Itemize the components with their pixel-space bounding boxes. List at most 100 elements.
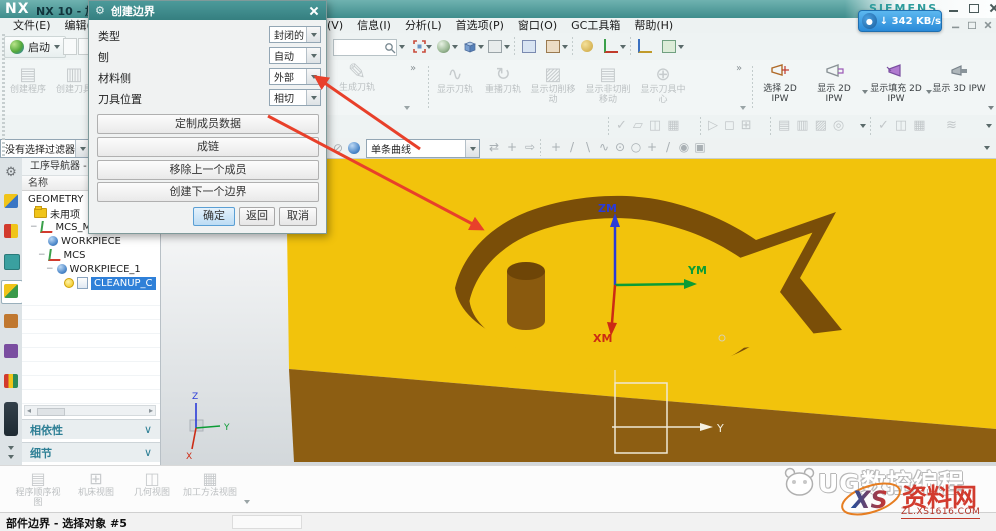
role-key-icon[interactable] (578, 37, 596, 55)
dialog-title-bar[interactable]: ⚙ 创建边界 (89, 1, 326, 20)
move-object-icon[interactable] (544, 37, 562, 55)
scroll-right-icon[interactable]: ▸ (149, 406, 155, 415)
ok-button[interactable]: 确定 (193, 207, 235, 226)
toolbar-icon[interactable]: ▷ (708, 118, 718, 133)
selection-filter-dropdown[interactable]: 没有选择过滤器 (0, 139, 90, 158)
render-style-icon[interactable] (434, 37, 452, 55)
toolbar-icon[interactable]: ✓ (616, 118, 627, 133)
restore-icon[interactable] (968, 3, 980, 13)
show-noncut-moves-button[interactable]: ▤ 显示非切削移动 (582, 65, 634, 105)
toolbar-icon[interactable]: ◎ (833, 118, 844, 133)
navigator-gear-icon[interactable]: ⚙ (4, 166, 18, 180)
solid-body-filter-icon[interactable] (348, 142, 360, 154)
selection-tool-icon[interactable]: + (504, 140, 520, 154)
plane-dropdown[interactable]: 自动 (269, 47, 321, 64)
scrollbar-thumb[interactable] (37, 408, 65, 416)
measure-chevron-icon[interactable] (678, 45, 684, 49)
group2-chevron-icon[interactable] (740, 106, 746, 110)
snap-point-icon[interactable]: ◉ (676, 140, 692, 154)
curve-rule-dropdown[interactable]: 单条曲线 (366, 139, 480, 158)
remove-last-member-button[interactable]: 移除上一个成员 (97, 160, 319, 180)
datum-axes-chevron-icon[interactable] (620, 45, 626, 49)
history-palette-icon[interactable] (4, 402, 18, 436)
snap-point-icon[interactable]: ∿ (596, 140, 612, 154)
show-toolpath-button[interactable]: ∿ 显示刀轨 (432, 65, 478, 95)
reuse-library-icon[interactable] (4, 374, 18, 388)
tree-row-cleanup[interactable]: CLEANUP_C (64, 276, 156, 290)
no-snap-icon[interactable]: ⊘ (330, 141, 346, 155)
cylinder-boss[interactable] (507, 262, 545, 330)
toolbar-icon[interactable]: ▤ (778, 118, 790, 133)
orient-view-cube-icon[interactable] (460, 37, 478, 55)
scroll-left-icon[interactable]: ◂ (25, 406, 31, 415)
create-next-boundary-button[interactable]: 创建下一个边界 (97, 182, 319, 202)
snap-point-icon[interactable]: ⊙ (612, 140, 628, 154)
minimize-icon[interactable] (948, 3, 960, 13)
group-chevron-icon[interactable] (404, 106, 410, 110)
menu-item[interactable]: 帮助(H) (627, 18, 680, 33)
tool-position-dropdown[interactable]: 相切 (269, 89, 321, 106)
new-file-icon[interactable] (63, 38, 77, 55)
menu-item[interactable]: 窗口(O) (511, 18, 564, 33)
tree-row-mcs[interactable]: − MCS (38, 248, 86, 262)
datum-axes-icon[interactable] (602, 37, 620, 55)
constraint-navigator-icon[interactable] (4, 224, 18, 238)
toolbar-icon[interactable]: ▨ (815, 118, 827, 133)
program-order-view-button[interactable]: ▤ 程序顺序视图 (12, 470, 64, 508)
menu-item[interactable]: 首选项(P) (449, 18, 511, 33)
process-assistant-icon[interactable] (4, 344, 18, 358)
show-cut-moves-button[interactable]: ▨ 显示切削移动 (528, 65, 578, 105)
assembly-navigator-icon[interactable] (4, 194, 18, 208)
fit-view-chevron-icon[interactable] (426, 45, 432, 49)
snap-toggle-icon[interactable] (636, 37, 654, 55)
toolbar-icon[interactable]: ◫ (895, 118, 907, 133)
group-more-icon[interactable]: » (410, 63, 416, 74)
dependencies-section-header[interactable]: 相依性 ∨ (22, 419, 160, 439)
select-2d-ipw-button[interactable]: 选择 2D IPW (756, 63, 804, 104)
machine-tool-view-button[interactable]: ⊞ 机床视图 (70, 470, 122, 498)
selbar-end-chevron-icon[interactable] (984, 146, 990, 150)
navigator-hscrollbar[interactable]: ◂ ▸ (24, 405, 156, 416)
group2-more-icon[interactable]: » (736, 63, 742, 74)
customize-member-data-button[interactable]: 定制成员数据 (97, 114, 319, 134)
group-chevron-icon[interactable] (860, 124, 866, 128)
toolbar-icon[interactable]: ▱ (633, 118, 643, 133)
machining-method-view-button[interactable]: ▦ 加工方法视图 (182, 470, 238, 498)
views-more-chevron-icon[interactable] (244, 500, 250, 504)
selection-tool-icon[interactable]: ⇨ (522, 140, 538, 154)
toolbar-icon[interactable]: ✓ (878, 118, 889, 133)
toolbar-icon[interactable]: ▦ (913, 118, 925, 133)
details-section-header[interactable]: 细节 ∨ (22, 442, 160, 462)
tree-row-geometry[interactable]: GEOMETRY (28, 192, 83, 206)
toolbar-icon[interactable]: ▦ (667, 118, 679, 133)
create-program-button[interactable]: ▤ 创建程序 (6, 65, 50, 95)
back-button[interactable]: 返回 (239, 207, 275, 226)
expander-icon[interactable]: − (30, 222, 38, 232)
row-end-chevron-icon[interactable] (986, 124, 992, 128)
snap-point-icon[interactable]: / (660, 140, 676, 154)
net-speed-badge[interactable]: ● ↓ 342 KB/s (858, 10, 942, 32)
close-icon[interactable] (988, 3, 996, 13)
part-navigator-icon[interactable] (4, 254, 20, 270)
expander-icon[interactable]: − (46, 264, 54, 274)
command-search-input[interactable] (333, 39, 397, 56)
show-3d-ipw-button[interactable]: 显示 3D IPW (932, 63, 986, 94)
operation-navigator-icon[interactable] (4, 284, 18, 298)
start-button[interactable]: 启动 (4, 36, 66, 58)
show-2d-ipw-button[interactable]: 显示 2D IPW (808, 63, 860, 104)
cancel-button[interactable]: 取消 (279, 207, 317, 226)
wave-icon[interactable]: ≋ (946, 118, 957, 133)
dialog-close-icon[interactable] (309, 6, 319, 16)
snap-point-icon[interactable]: + (644, 140, 660, 154)
replay-toolpath-button[interactable]: ↻ 重播刀轨 (480, 65, 526, 95)
resource-more-chevron-icon[interactable] (8, 446, 14, 450)
ipw-group-chevron-icon[interactable] (988, 106, 994, 110)
menu-item[interactable]: 分析(L) (398, 18, 449, 33)
geometry-view-button[interactable]: ◫ 几何视图 (126, 470, 178, 498)
snap-point-icon[interactable]: \ (580, 140, 596, 154)
machine-tool-navigator-icon[interactable] (4, 314, 18, 328)
show-tool-center-button[interactable]: ⊕ 显示刀具中心 (638, 65, 688, 105)
orient-view-chevron-icon[interactable] (478, 45, 484, 49)
resource-more-chevron-icon[interactable] (8, 455, 14, 459)
chain-button[interactable]: 成链 (97, 137, 319, 157)
